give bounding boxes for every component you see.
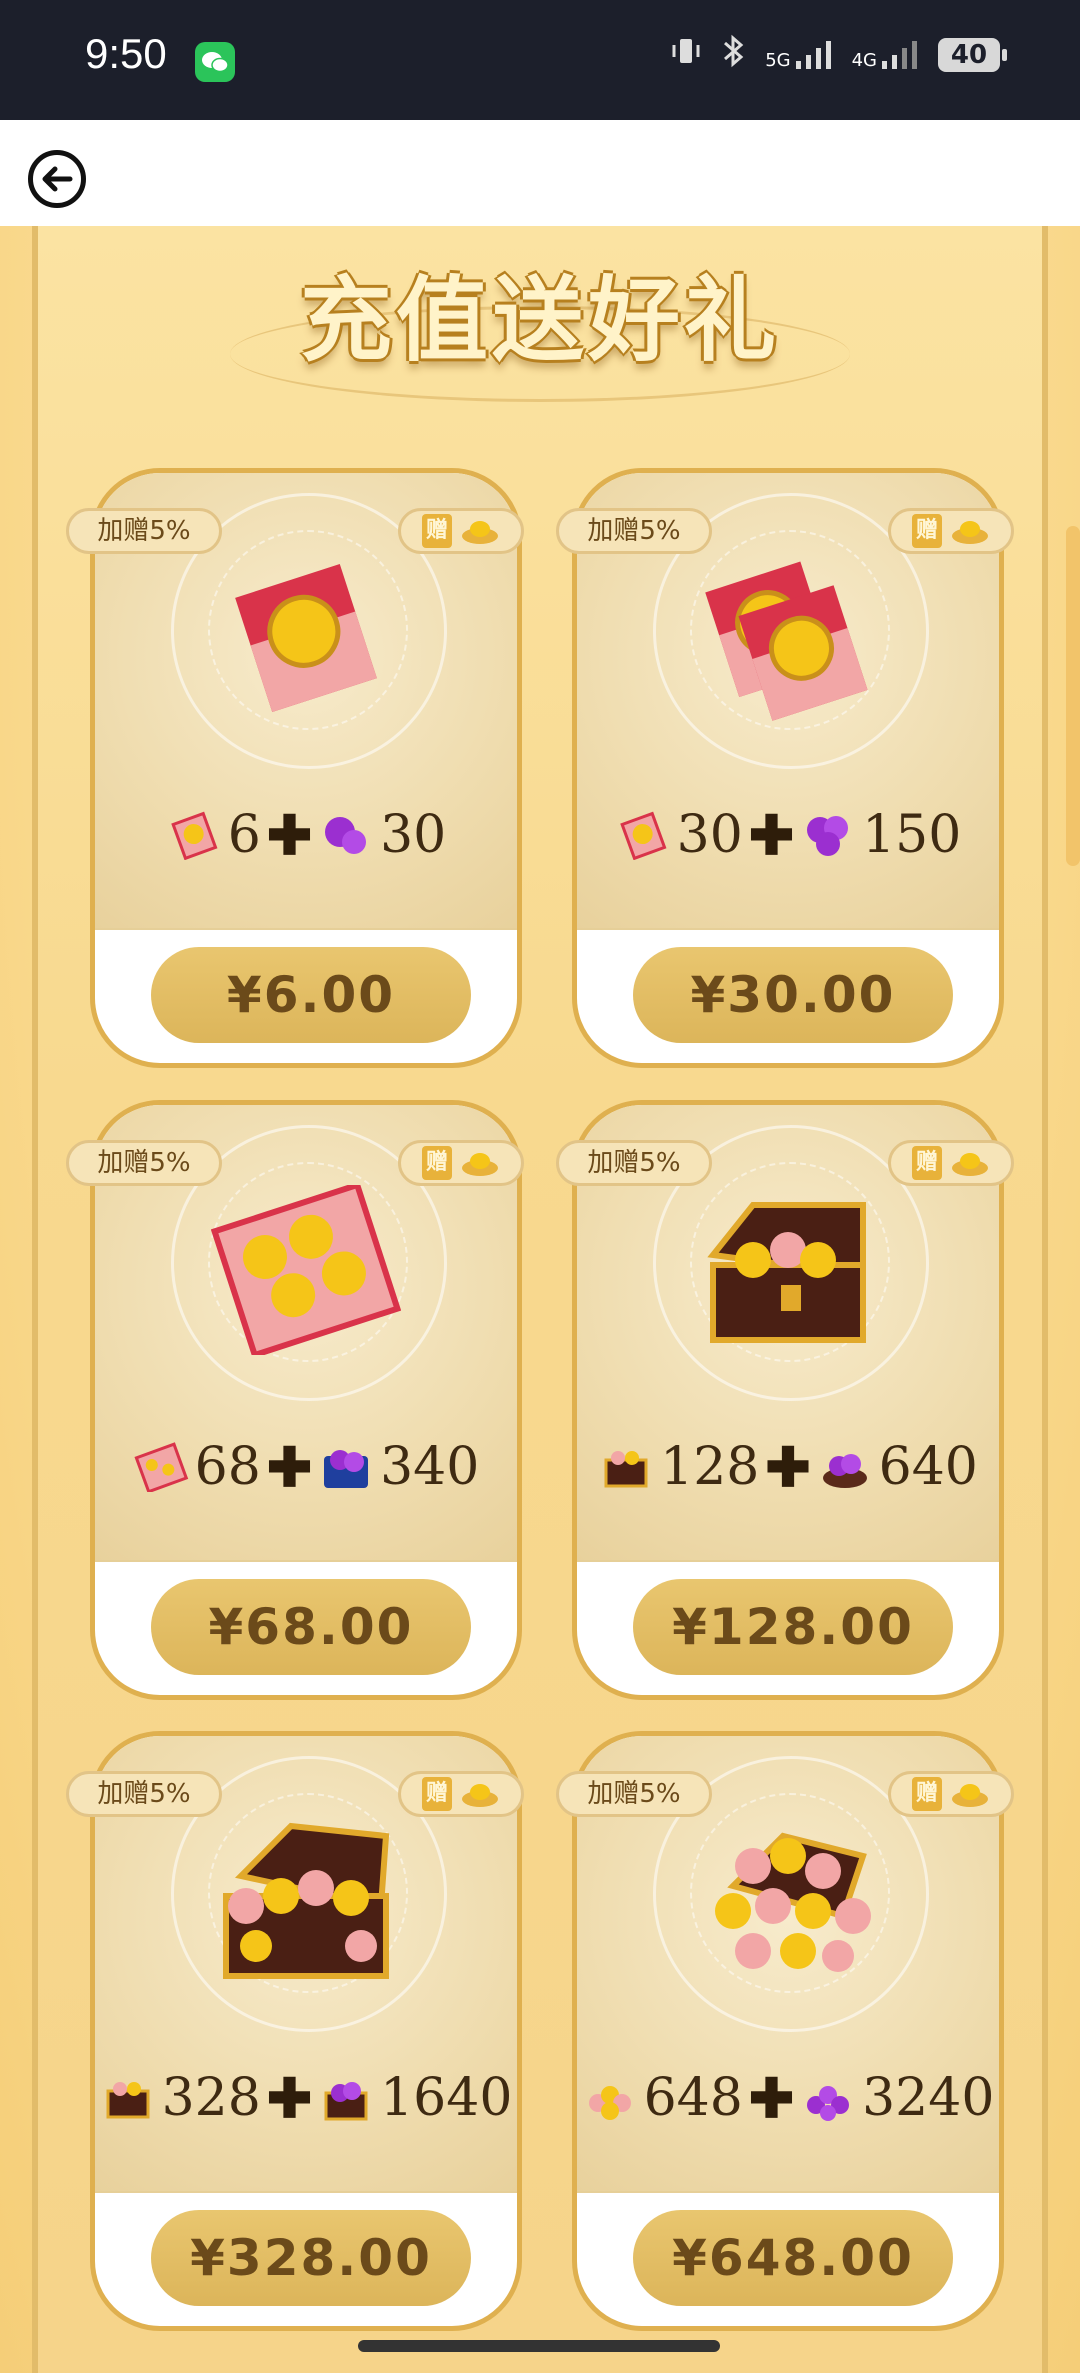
purple-gem-pack-icon xyxy=(324,1450,369,1488)
purple-gem-icon xyxy=(807,816,849,856)
bonus-badge: 加赠5% xyxy=(66,1140,222,1186)
red-packet-stack-small-icon xyxy=(134,1442,188,1492)
reward-primary: 648 xyxy=(643,2068,743,2128)
package-card-4[interactable]: 128 ✚ 640 ¥128.00 xyxy=(572,1100,1004,1700)
page-title: 充值送好礼 xyxy=(299,266,780,374)
reward-primary: 328 xyxy=(161,2068,261,2128)
gold-ingot-icon xyxy=(952,1153,988,1176)
package-card-2[interactable]: 30 ✚ 150 ¥30.00 xyxy=(572,468,1004,1068)
gift-badge: 赠 xyxy=(888,508,1014,554)
reward-row: 68 ✚ 340 xyxy=(95,1435,517,1499)
double-red-packet-icon xyxy=(705,561,868,721)
arrow-left-icon xyxy=(42,166,73,192)
plus-icon: ✚ xyxy=(748,803,795,867)
gold-ingot-icon xyxy=(952,521,988,544)
treasure-chest-icon xyxy=(707,1202,866,1343)
gold-ingot-icon xyxy=(462,1153,498,1176)
price-button[interactable]: ¥648.00 xyxy=(633,2210,953,2306)
gift-label: 赠 xyxy=(422,1777,452,1811)
single-red-packet-icon xyxy=(235,563,377,713)
network-2-label: 4G xyxy=(851,49,877,71)
gift-badge: 赠 xyxy=(398,508,524,554)
reward-primary: 30 xyxy=(676,805,743,865)
purple-gem-chest-icon xyxy=(324,2082,368,2121)
plus-icon: ✚ xyxy=(266,1435,313,1499)
gold-ingot-icon xyxy=(462,1784,498,1807)
reward-secondary: 30 xyxy=(380,805,447,865)
gold-ingot-icon xyxy=(952,1784,988,1807)
gift-badge: 赠 xyxy=(888,1140,1014,1186)
wechat-notification-icon xyxy=(195,42,235,82)
status-time: 9:50 xyxy=(85,30,167,77)
purple-gem-bowl-icon xyxy=(822,1454,867,1488)
gift-label: 赠 xyxy=(912,1777,942,1811)
reward-row: 6 ✚ 30 xyxy=(95,803,517,867)
small-chest-icon xyxy=(106,2082,150,2119)
red-packet-pile-icon xyxy=(588,2086,631,2120)
back-button[interactable] xyxy=(28,150,86,208)
signal-4g-icon: 4G xyxy=(852,39,920,71)
gift-label: 赠 xyxy=(912,1146,942,1180)
reward-primary: 128 xyxy=(660,1437,760,1497)
package-card-6[interactable]: 648 ✚ 3240 ¥648.00 xyxy=(572,1731,1004,2331)
reward-primary: 6 xyxy=(227,805,261,865)
recharge-page: 充值送好礼 6 ✚ 30 ¥6.00 加赠5% 赠 30 ✚ 150 ¥30.0… xyxy=(0,226,1080,2373)
purple-gem-pile-icon xyxy=(807,2086,850,2121)
reward-secondary: 1640 xyxy=(380,2068,513,2128)
reward-primary: 68 xyxy=(194,1437,261,1497)
plus-icon: ✚ xyxy=(748,2066,795,2130)
gift-badge: 赠 xyxy=(888,1771,1014,1817)
gold-ingot-icon xyxy=(462,521,498,544)
bonus-badge: 加赠5% xyxy=(556,1771,712,1817)
package-card-5[interactable]: 328 ✚ 1640 ¥328.00 xyxy=(90,1731,522,2331)
package-card-1[interactable]: 6 ✚ 30 ¥6.00 xyxy=(90,468,522,1068)
package-card-3[interactable]: 68 ✚ 340 ¥68.00 xyxy=(90,1100,522,1700)
home-indicator[interactable] xyxy=(358,2340,720,2352)
price-button[interactable]: ¥68.00 xyxy=(151,1579,471,1675)
price-button[interactable]: ¥328.00 xyxy=(151,2210,471,2306)
reward-secondary: 340 xyxy=(380,1437,480,1497)
big-treasure-chest-icon xyxy=(223,1822,390,1979)
gift-badge: 赠 xyxy=(398,1771,524,1817)
reward-secondary: 640 xyxy=(878,1437,978,1497)
status-bar: 9:50 5G 4G 40 xyxy=(0,0,1080,120)
reward-row: 648 ✚ 3240 xyxy=(577,2066,999,2130)
plus-icon: ✚ xyxy=(266,803,313,867)
bonus-badge: 加赠5% xyxy=(556,1140,712,1186)
app-header xyxy=(0,120,1080,226)
small-chest-icon xyxy=(604,1451,648,1488)
battery-indicator: 40 xyxy=(938,37,1007,72)
red-packet-stack-icon xyxy=(211,1185,401,1355)
bluetooth-icon xyxy=(721,34,747,75)
scrollbar[interactable] xyxy=(1066,526,1080,866)
gift-label: 赠 xyxy=(422,1146,452,1180)
purple-gem-icon xyxy=(325,817,367,854)
reward-secondary: 150 xyxy=(862,805,962,865)
plus-icon: ✚ xyxy=(266,2066,313,2130)
reward-row: 328 ✚ 1640 xyxy=(95,2066,517,2130)
plus-icon: ✚ xyxy=(765,1435,811,1499)
vibrate-icon xyxy=(669,34,703,75)
price-button[interactable]: ¥30.00 xyxy=(633,947,953,1043)
bonus-badge: 加赠5% xyxy=(66,1771,222,1817)
gift-badge: 赠 xyxy=(398,1140,524,1186)
gift-label: 赠 xyxy=(422,514,452,548)
network-1-label: 5G xyxy=(765,49,791,71)
price-button[interactable]: ¥128.00 xyxy=(633,1579,953,1675)
bonus-badge: 加赠5% xyxy=(66,508,222,554)
red-packet-icon xyxy=(619,811,667,860)
signal-5g-icon: 5G xyxy=(765,39,833,71)
reward-row: 30 ✚ 150 xyxy=(577,803,999,867)
bonus-badge: 加赠5% xyxy=(556,508,712,554)
huge-treasure-chest-icon xyxy=(715,1832,871,1972)
reward-row: 128 ✚ 640 xyxy=(577,1435,999,1499)
price-button[interactable]: ¥6.00 xyxy=(151,947,471,1043)
reward-secondary: 3240 xyxy=(862,2068,995,2128)
gift-label: 赠 xyxy=(912,514,942,548)
red-packet-icon xyxy=(170,811,218,860)
